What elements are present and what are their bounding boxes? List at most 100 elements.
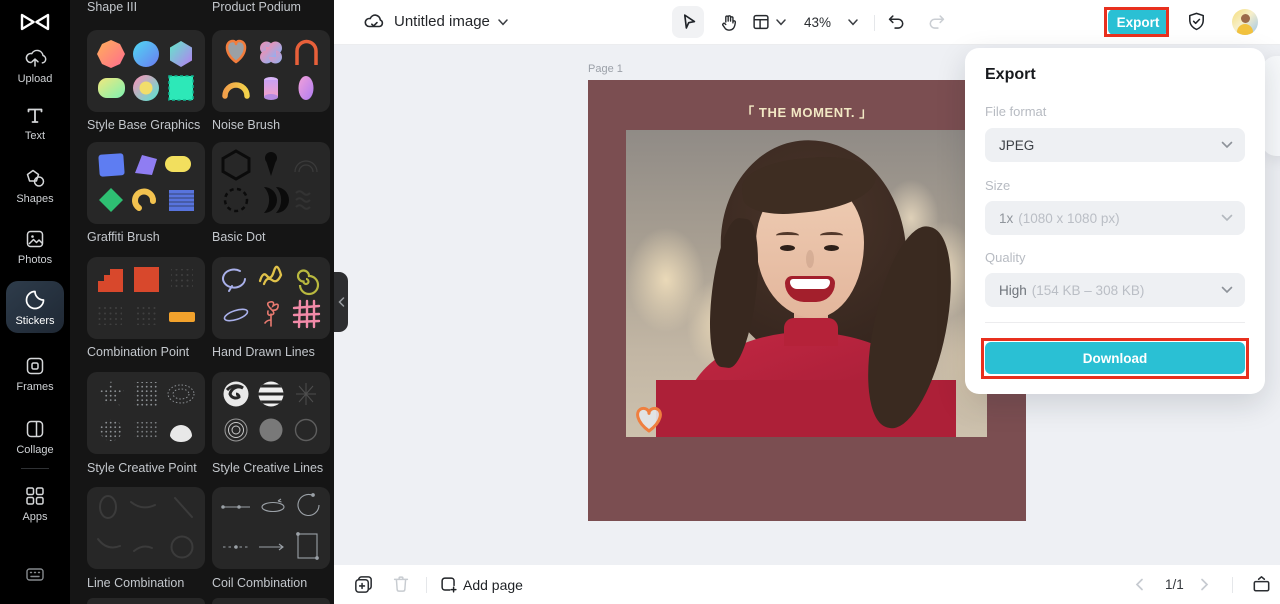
prev-page-button[interactable]: [1135, 578, 1144, 591]
shield-check-icon[interactable]: [1185, 10, 1208, 33]
sticker-group-graffiti-brush[interactable]: [87, 142, 205, 224]
zoom-level[interactable]: 43%: [804, 15, 831, 30]
chevron-down-icon: [1221, 214, 1233, 222]
app-root: Untitled image 43% Export Page 1 「 THE M…: [0, 0, 1280, 604]
sticker-group-partial[interactable]: [212, 598, 330, 604]
page-indicator: 1/1: [1165, 577, 1184, 592]
cloud-synced-icon[interactable]: [362, 10, 386, 34]
design-title-text[interactable]: 「 THE MOMENT. 」: [588, 102, 1026, 121]
sticker-group-coil-combination[interactable]: [212, 487, 330, 569]
sticker-thumbnails: [222, 265, 321, 329]
photo-brow-right: [820, 232, 843, 239]
text-icon: [27, 108, 43, 123]
photo-brow-left: [776, 232, 799, 239]
sticker-group-partial[interactable]: [87, 598, 205, 604]
hand-tool-button[interactable]: [718, 11, 740, 33]
collapse-panel-button[interactable]: [334, 272, 348, 332]
page-label: Page 1: [588, 63, 623, 75]
chevron-down-icon: [1221, 141, 1233, 149]
chevron-down-icon[interactable]: [776, 19, 786, 26]
sidebar-item-shapes[interactable]: Shapes: [0, 166, 70, 205]
sidebar-item-stickers[interactable]: Stickers: [6, 281, 64, 333]
next-page-button[interactable]: [1200, 578, 1209, 591]
sticker-thumbnails: [97, 40, 194, 101]
sidebar-item-photos[interactable]: Photos: [0, 227, 70, 266]
size-detail: (1080 x 1080 px): [1018, 210, 1120, 226]
sticker-group-style-base-graphics[interactable]: [87, 30, 205, 112]
export-button[interactable]: Export: [1108, 9, 1168, 35]
redo-icon: [929, 15, 945, 29]
divider: [985, 322, 1245, 323]
sidebar-item-label: Upload: [17, 73, 53, 85]
redo-button[interactable]: [926, 11, 948, 33]
sticker-thumbnails: [221, 149, 318, 213]
sidebar-item-frames[interactable]: Frames: [0, 354, 70, 393]
present-button[interactable]: [1250, 573, 1273, 596]
undo-button[interactable]: [885, 11, 907, 33]
sidebar-item-upload[interactable]: Upload: [0, 46, 70, 85]
avatar[interactable]: [1232, 9, 1258, 35]
avatar-head: [1240, 14, 1250, 23]
layout-tool-button[interactable]: [750, 11, 772, 33]
photo-eye-right: [824, 245, 839, 251]
sticker-thumbnails: [98, 381, 195, 442]
divider: [21, 468, 49, 469]
shapes-icon: [26, 169, 45, 187]
hand-icon: [722, 15, 737, 31]
sticker-group-noise-brush[interactable]: [212, 30, 330, 112]
delete-page-button[interactable]: [390, 573, 412, 595]
sidebar-item-collage[interactable]: Collage: [0, 417, 70, 456]
add-page-button[interactable]: [438, 574, 460, 596]
divider: [426, 577, 427, 593]
stickers-panel: Shape III Product Podium Style Base Grap…: [70, 0, 334, 604]
sticker-group-line-combination[interactable]: [87, 487, 205, 569]
photo-collar: [784, 318, 838, 346]
select-tool-button[interactable]: [672, 6, 704, 38]
document-title[interactable]: Untitled image: [394, 13, 490, 30]
photo-nose: [806, 250, 814, 268]
size-dropdown[interactable]: 1x (1080 x 1080 px): [985, 201, 1245, 235]
sidebar-item-label: Photos: [17, 254, 53, 266]
sticker-thumbnails: [98, 153, 194, 212]
topbar: Untitled image 43% Export: [334, 0, 1280, 45]
layout-icon: [753, 14, 769, 30]
photo-mouth: [785, 276, 835, 302]
file-format-dropdown[interactable]: JPEG: [985, 128, 1245, 162]
left-toolbar: Upload Text Shapes Photos Stickers Frame…: [0, 0, 70, 604]
sidebar-item-apps[interactable]: Apps: [0, 484, 70, 523]
chevron-down-icon: [1221, 286, 1233, 294]
chevron-down-icon[interactable]: [848, 19, 858, 26]
file-format-value: JPEG: [999, 137, 1035, 153]
sidebar-item-text[interactable]: Text: [0, 103, 70, 142]
design-canvas[interactable]: 「 THE MOMENT. 」: [588, 80, 1026, 521]
quality-dropdown[interactable]: High (154 KB – 308 KB): [985, 273, 1245, 307]
sticker-group-style-creative-lines[interactable]: [212, 372, 330, 454]
sticker-group-label: Product Podium: [212, 0, 301, 14]
size-label: Size: [985, 178, 1011, 193]
chevron-left-icon: [337, 297, 344, 307]
keyboard-shortcuts-icon[interactable]: [23, 562, 47, 586]
sticker-thumbnails: [221, 493, 320, 560]
sticker-group-basic-dot[interactable]: [212, 142, 330, 224]
cursor-icon: [683, 14, 696, 29]
download-button[interactable]: Download: [985, 342, 1245, 374]
app-logo[interactable]: [17, 8, 53, 36]
sticker-group-label: Style Creative Point: [87, 461, 197, 475]
pages-overview-button[interactable]: [352, 573, 375, 596]
add-page-label[interactable]: Add page: [463, 577, 523, 593]
sticker-group-style-creative-point[interactable]: [87, 372, 205, 454]
chevron-down-icon[interactable]: [498, 19, 508, 26]
sticker-thumbnails: [222, 39, 318, 100]
sticker-group-combination-point[interactable]: [87, 257, 205, 339]
sticker-group-label: Shape III: [87, 0, 138, 14]
sidebar-item-label: Frames: [16, 381, 54, 393]
export-panel-title: Export: [985, 66, 1036, 83]
sticker-group-label: Basic Dot: [212, 230, 266, 244]
design-photo[interactable]: [626, 130, 987, 437]
sidebar-item-label: Apps: [22, 511, 48, 523]
sticker-group-hand-drawn-lines[interactable]: [212, 257, 330, 339]
heart-sticker[interactable]: [630, 401, 668, 435]
undo-icon: [888, 15, 904, 29]
export-panel: Export File format JPEG Size 1x (1080 x …: [965, 48, 1265, 394]
pages-icon: [355, 576, 372, 593]
